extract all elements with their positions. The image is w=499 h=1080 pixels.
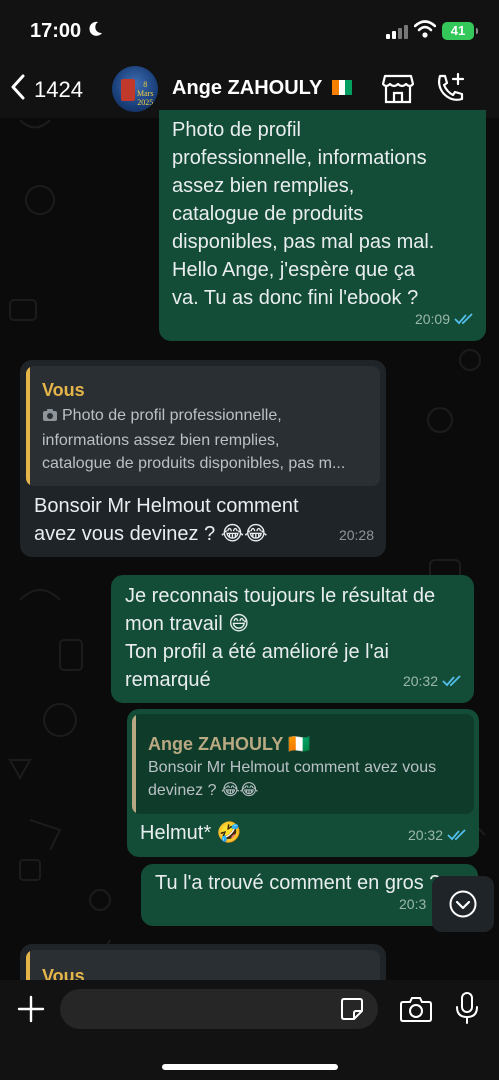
message-bubble-incoming[interactable]: Vous — [20, 944, 386, 984]
quote-author: Ange ZAHOULY 🇨🇮 — [148, 734, 311, 754]
add-call-icon[interactable] — [434, 72, 466, 109]
message-input[interactable] — [60, 989, 378, 1029]
chevron-down-icon — [449, 890, 477, 923]
message-time: 20:09 — [414, 311, 450, 327]
message-meta: 20:09 — [415, 305, 474, 333]
message-text: Bonsoir Mr Helmout comment avez vous dev… — [34, 495, 299, 545]
message-bubble-outgoing[interactable]: Photo de profil professionnelle, informa… — [159, 110, 486, 341]
quote-author: Vous — [42, 380, 85, 400]
message-time: 20:32 — [402, 673, 438, 689]
contact-name[interactable]: Ange ZAHOULY — [172, 77, 322, 100]
cellular-signal-icon — [386, 25, 410, 39]
ivory-coast-flag-icon — [332, 80, 353, 95]
avatar-ebook-image — [121, 79, 135, 101]
message-text: Tu l'a trouvé comment en gros ? — [155, 872, 441, 894]
message-time: 20:32 — [407, 827, 443, 843]
message-meta: 20:28 — [339, 521, 374, 549]
message-input-bar — [0, 980, 499, 1080]
mic-icon[interactable] — [455, 992, 479, 1029]
quote-text: Photo de profil professionnelle, informa… — [42, 406, 346, 472]
read-receipt-icon — [442, 675, 461, 687]
message-bubble-incoming[interactable]: Vous Photo de profil professionnelle, in… — [20, 360, 386, 557]
message-bubble-outgoing[interactable]: Je reconnais toujours le résultat de mon… — [111, 575, 474, 703]
photo-icon — [42, 406, 58, 429]
camera-icon[interactable] — [400, 996, 432, 1027]
back-button[interactable]: 1424 — [10, 74, 83, 105]
message-bubble-outgoing[interactable]: Tu l'a trouvé comment en gros ? 20:3 — [141, 864, 478, 926]
scroll-to-bottom-button[interactable] — [432, 876, 494, 932]
message-text: Helmut* 🤣 — [140, 822, 242, 844]
plus-icon[interactable] — [16, 994, 46, 1029]
message-meta: 20:32 — [408, 821, 467, 849]
message-meta: 20:3 — [399, 890, 426, 918]
message-text: Je reconnais toujours le résultat de mon… — [125, 585, 436, 691]
read-receipt-icon — [454, 313, 473, 325]
message-text: Photo de profil professionnelle, informa… — [172, 119, 435, 309]
store-icon[interactable] — [381, 74, 415, 109]
quoted-message[interactable]: Vous — [26, 950, 380, 984]
home-indicator — [162, 1064, 338, 1070]
message-meta: 20:32 — [403, 667, 462, 695]
battery-indicator: 41 — [442, 22, 478, 40]
message-time: 20:3 — [399, 896, 427, 912]
status-time: 17:00 — [30, 20, 82, 42]
quote-text: Bonsoir Mr Helmout comment avez vous dev… — [148, 759, 437, 799]
wifi-icon — [413, 20, 437, 43]
message-bubble-outgoing[interactable]: Ange ZAHOULY 🇨🇮 Bonsoir Mr Helmout comme… — [127, 709, 479, 857]
quoted-message[interactable]: Vous Photo de profil professionnelle, in… — [26, 366, 380, 486]
back-chevron-icon — [10, 74, 26, 105]
read-receipt-icon — [447, 829, 466, 841]
quoted-message[interactable]: Ange ZAHOULY 🇨🇮 Bonsoir Mr Helmout comme… — [132, 714, 474, 814]
moon-icon — [86, 20, 104, 43]
avatar-date: 8 Mars 2025 — [137, 80, 154, 107]
status-bar: 17:00 41 — [0, 0, 499, 60]
contact-avatar[interactable]: 8 Mars 2025 — [112, 66, 158, 112]
sticker-icon[interactable] — [340, 997, 364, 1026]
unread-chats-count: 1424 — [34, 76, 83, 102]
message-time: 20:28 — [338, 527, 374, 543]
